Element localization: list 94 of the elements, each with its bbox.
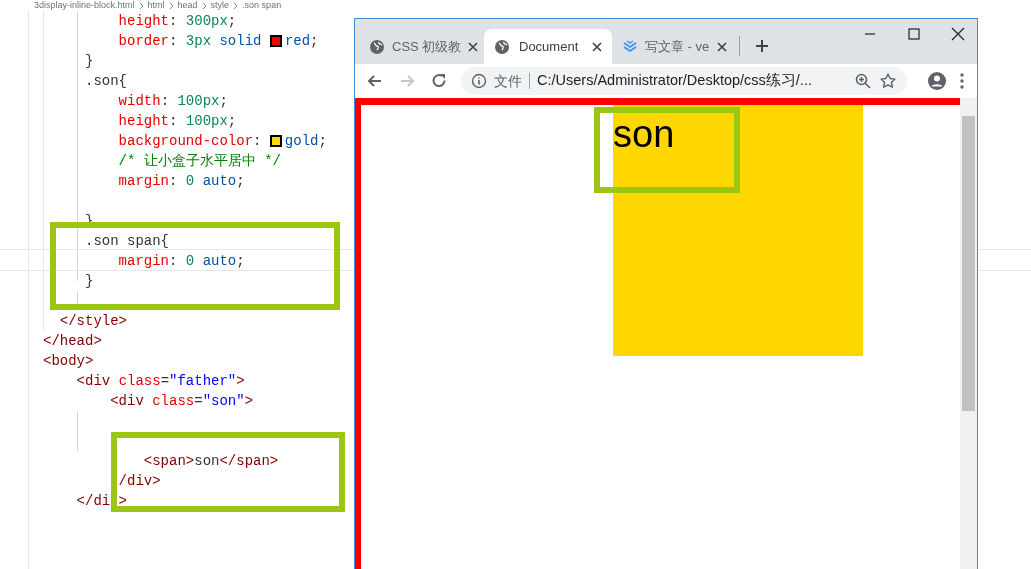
code-token: > [236,372,245,391]
breadcrumb-item[interactable]: html [147,0,165,11]
code-token: } [84,272,94,291]
code-token: solid [219,32,263,51]
color-swatch[interactable] [269,35,282,47]
code-token: </span> [219,452,279,471]
code-token: class [152,392,195,411]
code-token: </head> [43,332,102,351]
code-token: ; [227,12,237,31]
menu-icon[interactable] [959,72,965,90]
code-token: ; [318,132,327,151]
code-token: ; [236,172,245,191]
code-token: 100px [177,92,220,111]
code-token: 0 [185,172,196,191]
close-icon[interactable] [468,41,479,52]
close-icon[interactable] [592,41,602,52]
info-icon [471,73,487,89]
code-token: <body> [43,352,94,371]
code-token: > [244,392,254,411]
code-token: auto [202,172,237,191]
globe-icon [494,38,510,55]
close-icon[interactable] [717,41,727,52]
code-token: = [160,372,170,391]
code-token: "father" [169,372,237,391]
breadcrumb-item[interactable]: head [177,0,198,11]
code-token: } [84,52,94,71]
code-token: margin [117,252,170,271]
security-label: 文件 [494,71,522,91]
globe-icon [369,38,385,55]
chevron-icon [138,1,144,10]
son-text: son [613,112,675,157]
code-token: : [160,92,171,111]
browser-tab[interactable]: 写文章 - ve [612,29,737,64]
browser-tab[interactable]: Document [484,29,612,64]
code-token: son [194,452,220,471]
code-token: </style> [58,312,127,331]
code-token: ; [310,32,319,51]
address-bar[interactable]: 文件 C:/Users/Administrator/Desktop/css练习/... [461,67,907,95]
code-token: .son span{ [84,232,170,251]
breadcrumb-item[interactable]: style [210,0,230,11]
code-token: gold [284,132,319,151]
code-token: "son" [202,392,245,411]
tab-title: CSS 初级教 [392,37,462,56]
code-token: background-color [117,132,254,151]
url-text: C:/Users/Administrator/Desktop/css练习/... [537,71,813,91]
zoom-icon[interactable] [854,72,872,90]
code-token: : [169,172,179,191]
browser-tab[interactable]: CSS 初级教 [359,29,484,64]
chevron-icon [201,1,207,10]
code-token: <span> [142,452,195,471]
code-token: : [169,12,179,31]
code-token: border [117,32,170,51]
code-token: : [253,132,263,151]
code-token: red [284,32,311,51]
code-token: > [117,492,128,511]
code-token: /div> [117,472,161,491]
code-token: .son{ [84,72,127,91]
code-token: : [169,252,179,271]
code-token: 0 [185,252,196,271]
code-token: ; [236,252,245,271]
code-token: auto [202,252,237,271]
breadcrumb-item[interactable]: .son span [242,0,282,11]
chevron-stack-icon [622,38,638,55]
scrollbar-thumb[interactable] [962,116,975,411]
code-token: width [117,92,161,111]
code-token: = [194,392,203,411]
code-token: 300px [185,12,228,31]
tab-title: 写文章 - ve [645,37,710,56]
code-comment: /* 让小盒子水平居中 */ [117,152,282,171]
code-token: class [118,372,161,391]
chevron-icon [233,1,239,10]
plus-icon [755,39,769,53]
code-token: </di [75,492,111,511]
close-icon[interactable] [949,25,967,43]
code-token: ; [219,92,228,111]
tab-title: Document [519,37,580,56]
code-token: margin [117,172,170,191]
code-token: <div [75,372,112,391]
code-token: height [117,112,170,131]
code-token: 3px [185,32,213,51]
star-icon[interactable] [879,72,897,90]
color-swatch[interactable] [269,135,282,147]
maximize-icon[interactable] [905,25,923,43]
code-token: : [169,32,179,51]
chevron-icon [168,1,174,10]
code-token: ; [227,112,237,131]
code-token: 100px [185,112,228,131]
profile-icon[interactable] [927,71,947,91]
code-token: height [117,12,170,31]
code-token: <div [109,392,145,411]
scrollbar[interactable] [960,98,977,569]
code-token: : [169,112,179,131]
breadcrumb-item[interactable]: 3display-inline-block.html [34,0,135,11]
indent-guide [77,291,78,311]
